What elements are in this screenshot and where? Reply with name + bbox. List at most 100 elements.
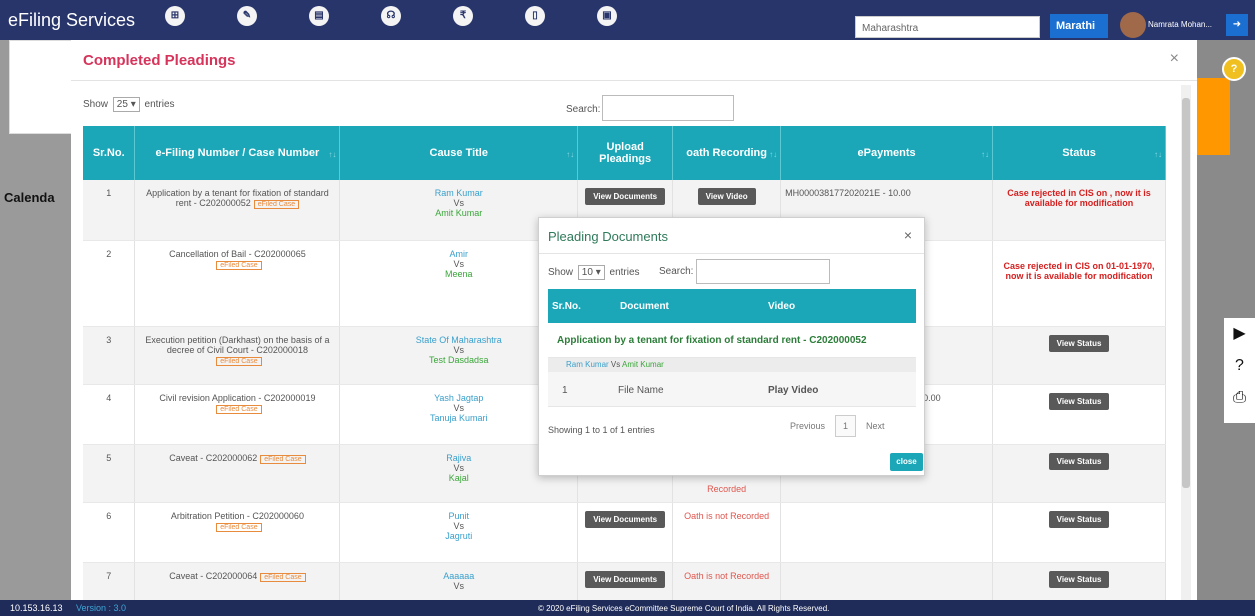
divider	[539, 253, 924, 254]
view-documents-button[interactable]: View Documents	[585, 188, 666, 205]
efiled-badge[interactable]: eFiled Case	[253, 200, 300, 209]
col-video[interactable]: Video	[768, 301, 795, 312]
avatar[interactable]	[1120, 12, 1146, 38]
efiled-badge[interactable]: eFiled Case	[216, 404, 262, 414]
view-documents-button[interactable]: View Documents	[585, 510, 666, 528]
cell-upload: View Documents	[577, 562, 674, 600]
col-header: Cause Title	[429, 147, 489, 159]
close-icon[interactable]: ×	[1170, 50, 1179, 68]
status-text: Case rejected in CIS on 01-01-1970, now …	[1003, 260, 1155, 281]
close-icon[interactable]: ×	[904, 227, 912, 243]
close-button[interactable]: close	[890, 453, 923, 471]
show-label: Show	[548, 267, 574, 278]
case-number: Cancellation of Bail - C202000065	[169, 248, 306, 259]
view-documents-button[interactable]: View Documents	[585, 570, 666, 588]
calendar-label: Calenda	[4, 190, 55, 205]
question-icon[interactable]: ?	[1224, 350, 1255, 382]
server-ip: 10.153.16.13	[10, 603, 63, 613]
cell-status: Case rejected in CIS on , now it is avai…	[992, 180, 1166, 241]
search-label: Search:	[566, 104, 601, 115]
col-status[interactable]: Status ↑↓	[992, 126, 1166, 180]
brand-title[interactable]: eFiling Services	[8, 10, 135, 31]
view-status-button[interactable]: View Status	[1048, 510, 1110, 528]
pagination: Previous 1 Next	[790, 415, 885, 437]
scrollbar-thumb[interactable]	[1182, 98, 1190, 488]
entries-select[interactable]: 25 ▾	[112, 97, 140, 112]
inner-search-input[interactable]	[696, 259, 830, 284]
next-button[interactable]: Next	[866, 421, 885, 431]
case-number: Civil revision Application - C202000019	[159, 392, 316, 403]
oath-status: Recorded	[707, 483, 747, 494]
efiled-badge[interactable]: eFiled Case	[260, 572, 306, 582]
cell-oath: Oath is not Recorded	[672, 502, 782, 563]
cell-document[interactable]: File Name	[618, 385, 664, 396]
efiled-badge[interactable]: eFiled Case	[260, 454, 306, 464]
inner-parties: Ram Kumar Vs Amit Kumar	[548, 358, 916, 372]
headset-icon[interactable]: ☊	[381, 6, 401, 26]
view-status-button[interactable]: View Status	[1048, 452, 1110, 470]
table-row: 7 Caveat - C202000064 eFiled Case Aaaaaa V…	[83, 562, 1166, 600]
col-case[interactable]: e-Filing Number / Case Number ↑↓	[134, 126, 341, 180]
cell-cause: Aaaaaa Vs	[339, 562, 579, 600]
col-sr[interactable]: Sr.No.	[83, 126, 136, 180]
rupee-icon[interactable]: ₹	[453, 6, 473, 26]
vs-label: Vs	[453, 198, 465, 208]
edit-widget	[9, 40, 73, 134]
language-button[interactable]: Marathi	[1050, 14, 1108, 38]
cell-sr: 1	[83, 180, 136, 241]
briefcase-icon[interactable]: ▣	[597, 6, 617, 26]
col-document[interactable]: Document	[620, 301, 669, 312]
party-a: Ram Kumar	[566, 360, 609, 369]
entries-select-value: 25	[116, 99, 128, 110]
search-input[interactable]	[602, 95, 734, 121]
cell-status: View Status	[992, 326, 1166, 385]
vs-label: Vs	[453, 520, 465, 531]
col-cause-title[interactable]: Cause Title ↑↓	[339, 126, 579, 180]
footer: 10.153.16.13 Version : 3.0 © 2020 eFilin…	[0, 600, 1255, 616]
play-icon[interactable]: ▶	[1224, 318, 1255, 350]
party-b: Amit Kumar	[622, 360, 664, 369]
cell-case: Arbitration Petition - C202000060 eFiled …	[134, 502, 341, 563]
help-icon[interactable]: ?	[1222, 57, 1246, 81]
cell-case: Caveat - C202000064 eFiled Case	[134, 562, 341, 600]
efiled-badge[interactable]: eFiled Case	[216, 260, 262, 270]
play-video-link[interactable]: Play Video	[768, 385, 818, 396]
cell-sr: 1	[562, 385, 568, 396]
case-number: Caveat - C202000062	[169, 452, 258, 463]
col-sr[interactable]: Sr.No.	[552, 301, 581, 312]
efiled-badge[interactable]: eFiled Case	[216, 356, 262, 366]
user-name[interactable]: Namrata Mohan...	[1148, 20, 1212, 29]
page-1-button[interactable]: 1	[835, 415, 857, 437]
col-oath[interactable]: oath Recording ↑↓	[672, 126, 782, 180]
view-status-button[interactable]: View Status	[1048, 334, 1110, 352]
efiled-badge[interactable]: eFiled Case	[216, 522, 262, 532]
col-epayments[interactable]: ePayments ↑↓	[780, 126, 994, 180]
col-upload[interactable]: Upload Pleadings	[577, 126, 674, 180]
cell-case: Caveat - C202000062 eFiled Case	[134, 444, 341, 503]
view-status-button[interactable]: View Status	[1048, 570, 1110, 588]
pleading-documents-modal: Pleading Documents × Show 10 ▾ entries S…	[538, 217, 925, 476]
pencil-icon[interactable]: ✎	[237, 6, 257, 26]
show-entries: Show 25 ▾ entries	[83, 97, 175, 112]
inner-entries-select[interactable]: 10 ▾	[577, 265, 605, 280]
cell-payment	[780, 502, 994, 563]
file-icon[interactable]: ▯	[525, 6, 545, 26]
entries-label: entries	[609, 267, 640, 278]
cell-sr: 3	[83, 326, 136, 385]
col-header: Status	[1062, 147, 1096, 159]
vs-label: Vs	[610, 360, 621, 369]
cell-oath: Oath is not Recorded	[672, 562, 782, 600]
state-select[interactable]: Maharashtra	[855, 16, 1040, 38]
cell-case: Cancellation of Bail - C202000065 eFiled …	[134, 240, 341, 327]
petitioner: Ram Kumar	[434, 188, 483, 198]
pdf-icon[interactable]: ⎙	[1224, 382, 1255, 414]
previous-button[interactable]: Previous	[790, 421, 825, 431]
logout-icon[interactable]: ➜	[1226, 14, 1248, 36]
respondent: Jagruti	[445, 530, 473, 541]
modal-title: Completed Pleadings	[83, 52, 236, 69]
calculator-icon[interactable]: ⊞	[165, 6, 185, 26]
view-status-button[interactable]: View Status	[1048, 392, 1110, 410]
col-header: Upload Pleadings	[599, 141, 652, 165]
view-video-button[interactable]: View Video	[697, 188, 756, 205]
document-icon[interactable]: ▤	[309, 6, 329, 26]
